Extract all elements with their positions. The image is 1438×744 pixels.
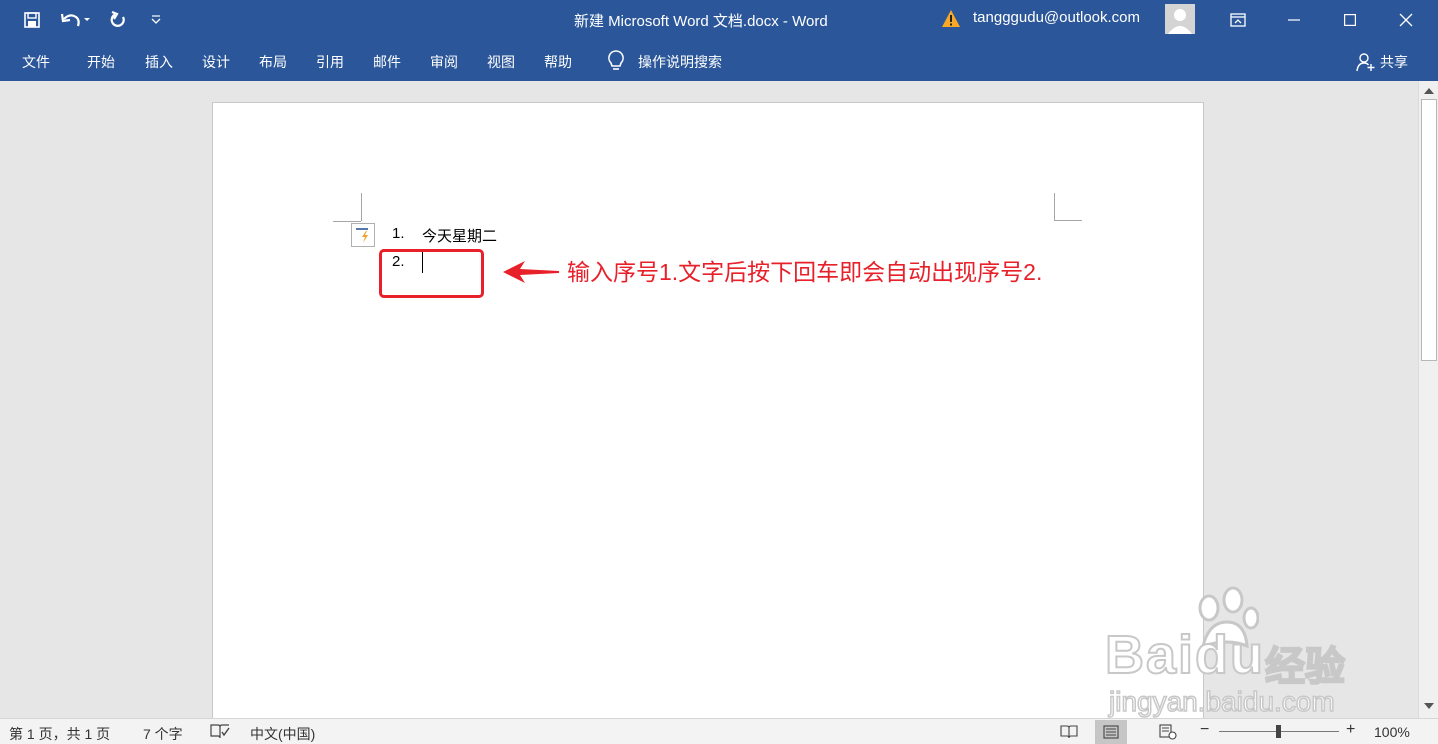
tab-mailings[interactable]: 邮件 <box>373 52 401 72</box>
page-count[interactable]: 第 1 页，共 1 页 <box>9 724 110 744</box>
read-mode-button[interactable] <box>1053 720 1085 744</box>
tab-design[interactable]: 设计 <box>202 52 230 72</box>
account-name[interactable]: tangggudu@outlook.com <box>973 9 1140 26</box>
close-button[interactable] <box>1378 0 1434 40</box>
share-label: 共享 <box>1380 54 1408 70</box>
title-bar: 新建 Microsoft Word 文档.docx - Word tangggu… <box>0 0 1438 40</box>
tab-layout[interactable]: 布局 <box>259 52 287 72</box>
document-page[interactable]: 1. 今天星期二 2. 输入序号1.文字后按下回车即会自动出现序号2. Baid… <box>212 102 1346 722</box>
share-button[interactable]: 共享 <box>1356 52 1408 72</box>
highlight-box <box>379 249 484 298</box>
undo-icon <box>60 13 90 27</box>
redo-icon <box>110 11 125 27</box>
web-layout-icon <box>1159 724 1177 740</box>
margin-mark <box>1054 193 1082 221</box>
scroll-down-button[interactable] <box>1423 700 1435 712</box>
maximize-button[interactable] <box>1322 0 1378 40</box>
print-layout-icon <box>1103 725 1119 739</box>
close-icon <box>1399 13 1413 27</box>
triangle-down-icon <box>1424 703 1434 709</box>
undo-button[interactable] <box>58 8 92 32</box>
vertical-scrollbar[interactable] <box>1418 81 1438 718</box>
quick-access-toolbar <box>20 8 168 32</box>
tab-references[interactable]: 引用 <box>316 52 344 72</box>
redo-button[interactable] <box>106 8 130 32</box>
minimize-button[interactable] <box>1266 0 1322 40</box>
chevron-down-icon <box>151 15 161 24</box>
lightning-icon <box>356 228 368 243</box>
tab-review[interactable]: 审阅 <box>430 52 458 72</box>
save-button[interactable] <box>20 8 44 32</box>
margin-mark <box>333 221 361 222</box>
tab-view[interactable]: 视图 <box>487 52 515 72</box>
arrow-left-icon <box>503 261 559 283</box>
maximize-icon <box>1344 14 1356 26</box>
minimize-icon <box>1288 19 1300 21</box>
customize-toolbar-button[interactable] <box>144 8 168 32</box>
share-person-icon <box>1356 53 1375 72</box>
language[interactable]: 中文(中国) <box>250 724 315 744</box>
web-layout-button[interactable] <box>1152 720 1184 744</box>
user-icon <box>1168 9 1192 34</box>
zoom-level[interactable]: 100% <box>1374 724 1410 740</box>
ribbon-options-icon <box>1230 13 1246 27</box>
document-title: 新建 Microsoft Word 文档.docx - Word <box>574 13 828 30</box>
zoom-in-button[interactable]: + <box>1346 721 1355 739</box>
annotation-text: 输入序号1.文字后按下回车即会自动出现序号2. <box>567 259 1043 285</box>
lightbulb-icon <box>608 50 624 70</box>
warning-icon[interactable] <box>941 9 961 29</box>
autocorrect-options-button[interactable] <box>351 223 375 247</box>
book-icon <box>1060 725 1078 739</box>
avatar[interactable] <box>1165 4 1195 34</box>
watermark-brand: Baidu <box>1104 624 1266 686</box>
watermark-url: jingyan.baidu.com <box>1108 685 1335 718</box>
scroll-up-button[interactable] <box>1423 85 1435 97</box>
ribbon-tabs: 文件 开始 插入 设计 布局 引用 邮件 审阅 视图 帮助 操作说明搜索 共享 <box>0 40 1438 81</box>
list-item-text[interactable]: 今天星期二 <box>422 225 497 246</box>
document-area: 1. 今天星期二 2. 输入序号1.文字后按下回车即会自动出现序号2. Baid… <box>0 81 1418 722</box>
list-number: 1. <box>392 225 405 242</box>
print-layout-button[interactable] <box>1095 720 1127 744</box>
watermark-title: 经验 <box>1264 644 1346 690</box>
watermark: Baidu 经验 jingyan.baidu.com <box>1101 586 1371 718</box>
tab-help[interactable]: 帮助 <box>544 52 572 72</box>
zoom-out-button[interactable]: − <box>1200 721 1209 739</box>
word-count[interactable]: 7 个字 <box>143 724 183 744</box>
tell-me-search[interactable]: 操作说明搜索 <box>638 52 722 72</box>
status-bar: 第 1 页，共 1 页 7 个字 中文(中国) − + 100% <box>0 718 1438 744</box>
tab-file[interactable]: 文件 <box>22 52 50 72</box>
ribbon-display-options-button[interactable] <box>1210 0 1266 40</box>
margin-mark <box>361 193 362 221</box>
triangle-up-icon <box>1424 88 1434 94</box>
scroll-thumb[interactable] <box>1421 99 1437 361</box>
tab-home[interactable]: 开始 <box>87 52 115 72</box>
proofing-icon[interactable] <box>210 723 230 739</box>
tab-insert[interactable]: 插入 <box>145 52 173 72</box>
zoom-slider-thumb[interactable] <box>1276 725 1281 738</box>
save-icon <box>24 12 40 28</box>
